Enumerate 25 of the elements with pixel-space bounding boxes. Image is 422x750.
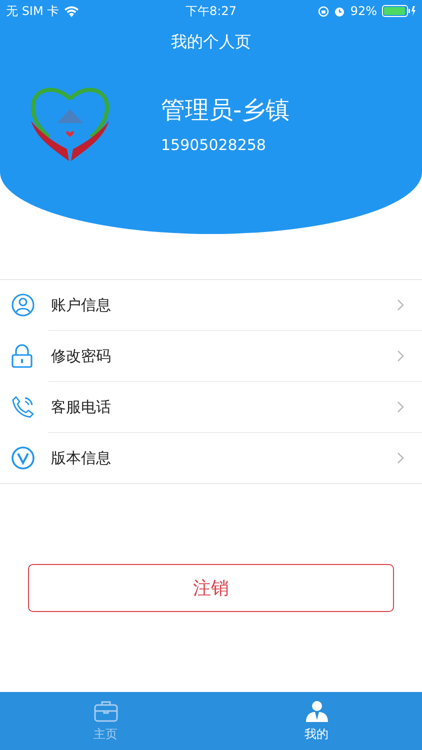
user-icon bbox=[11, 293, 35, 317]
menu-item[interactable]: 账户信息 bbox=[0, 280, 422, 330]
rotation-lock-icon bbox=[318, 6, 330, 16]
carrier-text: 无 SIM 卡 bbox=[6, 2, 60, 20]
menu-item[interactable]: 版本信息 bbox=[48, 432, 422, 483]
version-icon bbox=[11, 446, 35, 470]
lock-icon bbox=[11, 344, 33, 368]
alarm-icon bbox=[334, 6, 346, 16]
battery-percent: 92% bbox=[350, 4, 377, 18]
menu-item[interactable]: 客服电话 bbox=[48, 381, 422, 432]
logout-button[interactable]: 注销 bbox=[28, 564, 394, 612]
wifi-icon bbox=[64, 6, 80, 16]
phone-number: 15905028258 bbox=[161, 136, 267, 154]
chevron-icon bbox=[397, 299, 404, 311]
page-title: 我的个人页 bbox=[170, 32, 252, 53]
person-icon bbox=[304, 700, 328, 722]
briefcase-icon bbox=[94, 700, 118, 722]
menu-item[interactable]: 修改密码 bbox=[48, 330, 422, 381]
battery-icon bbox=[382, 5, 416, 17]
user-name: 管理员-乡镇 bbox=[161, 95, 290, 126]
chevron-icon bbox=[397, 350, 404, 362]
chevron-icon bbox=[397, 401, 404, 413]
chevron-icon bbox=[397, 452, 404, 464]
phone-icon bbox=[11, 395, 35, 419]
clock-text: 下午8:27 bbox=[186, 2, 236, 20]
